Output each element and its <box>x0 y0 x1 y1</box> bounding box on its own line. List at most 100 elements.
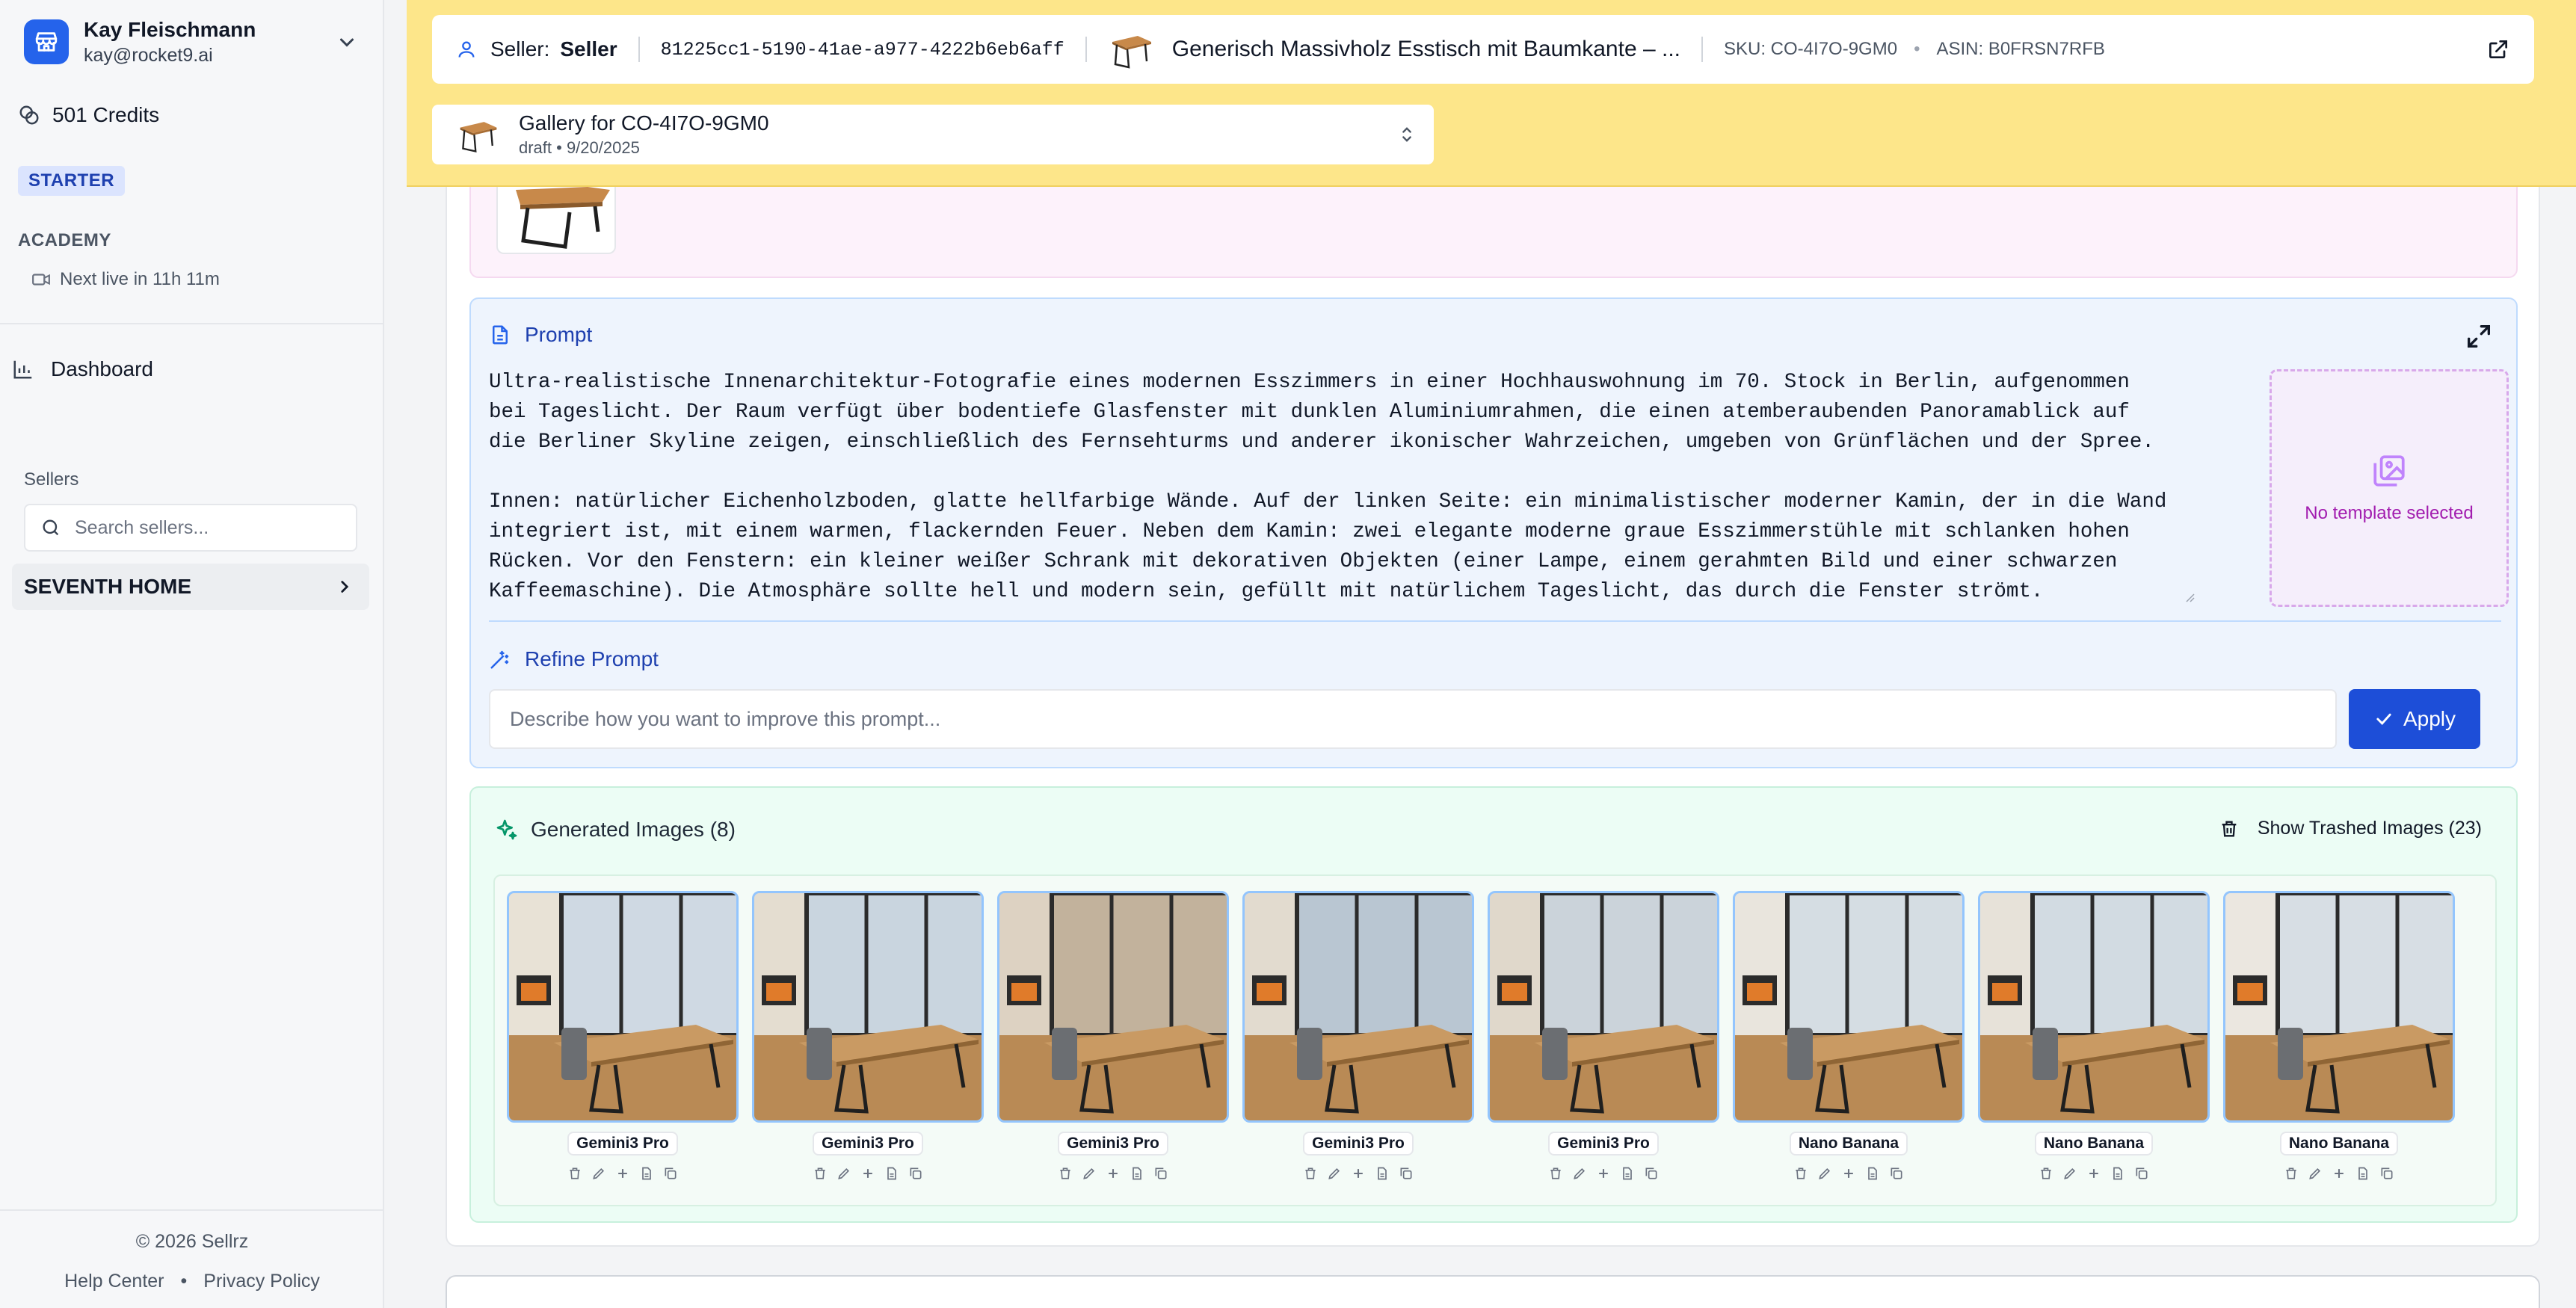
copy-icon[interactable] <box>2134 1166 2149 1181</box>
file-icon[interactable] <box>639 1166 654 1181</box>
generated-image[interactable] <box>1978 891 2210 1123</box>
generated-image-card[interactable]: Nano Banana <box>1733 891 1965 1181</box>
copy-icon[interactable] <box>908 1166 923 1181</box>
edit-icon[interactable] <box>591 1166 606 1181</box>
generated-image[interactable] <box>1242 891 1474 1123</box>
edit-icon[interactable] <box>1817 1166 1832 1181</box>
sparkles-icon <box>496 819 517 840</box>
check-icon <box>2376 713 2391 725</box>
generated-image-card[interactable]: Gemini3 Pro <box>752 891 984 1181</box>
prompt-textarea[interactable]: Ultra-realistische Innenarchitektur-Foto… <box>489 368 2231 601</box>
template-dropzone[interactable]: No template selected <box>2270 369 2509 607</box>
generated-image-card[interactable]: Nano Banana <box>2223 891 2455 1181</box>
generated-image[interactable] <box>997 891 1229 1123</box>
sidebar-item-label: Dashboard <box>51 357 153 380</box>
model-badge-wrap: Nano Banana <box>1733 1132 1965 1156</box>
file-icon[interactable] <box>1375 1166 1390 1181</box>
generated-image[interactable] <box>2223 891 2455 1123</box>
user-icon <box>458 41 475 58</box>
file-icon[interactable] <box>1620 1166 1635 1181</box>
file-icon[interactable] <box>2110 1166 2125 1181</box>
copy-icon[interactable] <box>1399 1166 1414 1181</box>
trash-icon[interactable] <box>813 1166 828 1181</box>
edit-icon[interactable] <box>2308 1166 2323 1181</box>
image-actions <box>1733 1166 1965 1181</box>
file-icon[interactable] <box>884 1166 899 1181</box>
external-link-icon[interactable] <box>2486 37 2510 61</box>
prompt-section: Prompt Ultra-realistische Innenarchitekt… <box>469 297 2518 768</box>
search-input[interactable] <box>75 516 344 539</box>
file-icon[interactable] <box>2355 1166 2370 1181</box>
plus-icon[interactable] <box>1841 1166 1856 1181</box>
user-menu[interactable]: Kay Fleischmann kay@rocket9.ai <box>24 16 360 69</box>
generated-image-card[interactable]: Gemini3 Pro <box>1242 891 1474 1181</box>
show-trashed-button[interactable]: Show Trashed Images (23) <box>2219 818 2482 839</box>
next-live-label: Next live in 11h 11m <box>60 269 220 289</box>
image-grid: Gemini3 Pro Gemini3 Pro Gemini3 Pro Gemini3… <box>493 874 2497 1206</box>
generated-image-card[interactable]: Nano Banana <box>1978 891 2210 1181</box>
generated-image[interactable] <box>507 891 739 1123</box>
file-icon[interactable] <box>1865 1166 1880 1181</box>
plus-icon[interactable] <box>2332 1166 2347 1181</box>
generated-image-card[interactable]: Gemini3 Pro <box>1488 891 1719 1181</box>
plus-icon[interactable] <box>860 1166 875 1181</box>
academy-next-live[interactable]: Next live in 11h 11m <box>31 269 220 290</box>
model-badge-wrap: Gemini3 Pro <box>752 1132 984 1156</box>
trash-icon[interactable] <box>1793 1166 1808 1181</box>
generated-image-card[interactable]: Gemini3 Pro <box>507 891 739 1181</box>
model-badge: Nano Banana <box>2279 1132 2399 1156</box>
generated-image-card[interactable]: Gemini3 Pro <box>997 891 1229 1181</box>
gallery-selector[interactable]: Gallery for CO-4I7O-9GM0 draft • 9/20/20… <box>432 105 1434 164</box>
trash-icon[interactable] <box>2284 1166 2299 1181</box>
search-icon <box>43 519 59 536</box>
plus-icon[interactable] <box>1351 1166 1366 1181</box>
reference-image[interactable] <box>496 187 616 254</box>
model-badge-wrap: Gemini3 Pro <box>507 1132 739 1156</box>
gallery-text: Gallery for CO-4I7O-9GM0 draft • 9/20/20… <box>519 111 769 158</box>
resize-handle-icon[interactable] <box>2183 590 2195 602</box>
copy-icon[interactable] <box>1153 1166 1168 1181</box>
trash-icon[interactable] <box>1303 1166 1318 1181</box>
generated-image[interactable] <box>1733 891 1965 1123</box>
plus-icon[interactable] <box>615 1166 630 1181</box>
model-badge-wrap: Nano Banana <box>2223 1132 2455 1156</box>
template-label: No template selected <box>2305 503 2474 523</box>
refine-prompt-input[interactable] <box>489 689 2337 749</box>
expand-icon[interactable] <box>2464 321 2494 351</box>
generated-header: Generated Images (8) <box>495 818 736 842</box>
edit-icon[interactable] <box>836 1166 851 1181</box>
magic-wand-icon <box>490 650 509 669</box>
generated-image[interactable] <box>1488 891 1719 1123</box>
seller-bar: Seller: Seller 81225cc1-5190-41ae-a977-4… <box>432 15 2534 84</box>
copy-icon[interactable] <box>663 1166 678 1181</box>
plus-icon[interactable] <box>1596 1166 1611 1181</box>
model-badge: Gemini3 Pro <box>813 1132 923 1156</box>
privacy-policy-link[interactable]: Privacy Policy <box>203 1271 320 1292</box>
apply-button[interactable]: Apply <box>2349 689 2480 749</box>
chevron-down-icon[interactable] <box>333 28 360 55</box>
help-center-link[interactable]: Help Center <box>64 1271 164 1292</box>
plus-icon[interactable] <box>1106 1166 1121 1181</box>
seller-search[interactable] <box>24 504 357 552</box>
trash-icon[interactable] <box>1058 1166 1073 1181</box>
trash-icon[interactable] <box>567 1166 582 1181</box>
coins-icon <box>19 105 39 125</box>
user-name: Kay Fleischmann <box>84 18 256 41</box>
seller-name: SEVENTH HOME <box>24 575 192 598</box>
copy-icon[interactable] <box>2379 1166 2394 1181</box>
edit-icon[interactable] <box>1327 1166 1342 1181</box>
copy-icon[interactable] <box>1644 1166 1659 1181</box>
plus-icon[interactable] <box>2086 1166 2101 1181</box>
trash-icon[interactable] <box>1548 1166 1563 1181</box>
credits: 501 Credits <box>18 103 159 127</box>
sidebar-item-dashboard[interactable]: Dashboard <box>12 357 153 381</box>
trash-icon[interactable] <box>2039 1166 2053 1181</box>
file-icon[interactable] <box>1130 1166 1144 1181</box>
edit-icon[interactable] <box>1572 1166 1587 1181</box>
sidebar-item-seventh-home[interactable]: SEVENTH HOME <box>12 564 369 610</box>
generated-image[interactable] <box>752 891 984 1123</box>
chevrons-up-down-icon <box>1402 127 1411 142</box>
copy-icon[interactable] <box>1889 1166 1904 1181</box>
edit-icon[interactable] <box>1082 1166 1097 1181</box>
edit-icon[interactable] <box>2062 1166 2077 1181</box>
